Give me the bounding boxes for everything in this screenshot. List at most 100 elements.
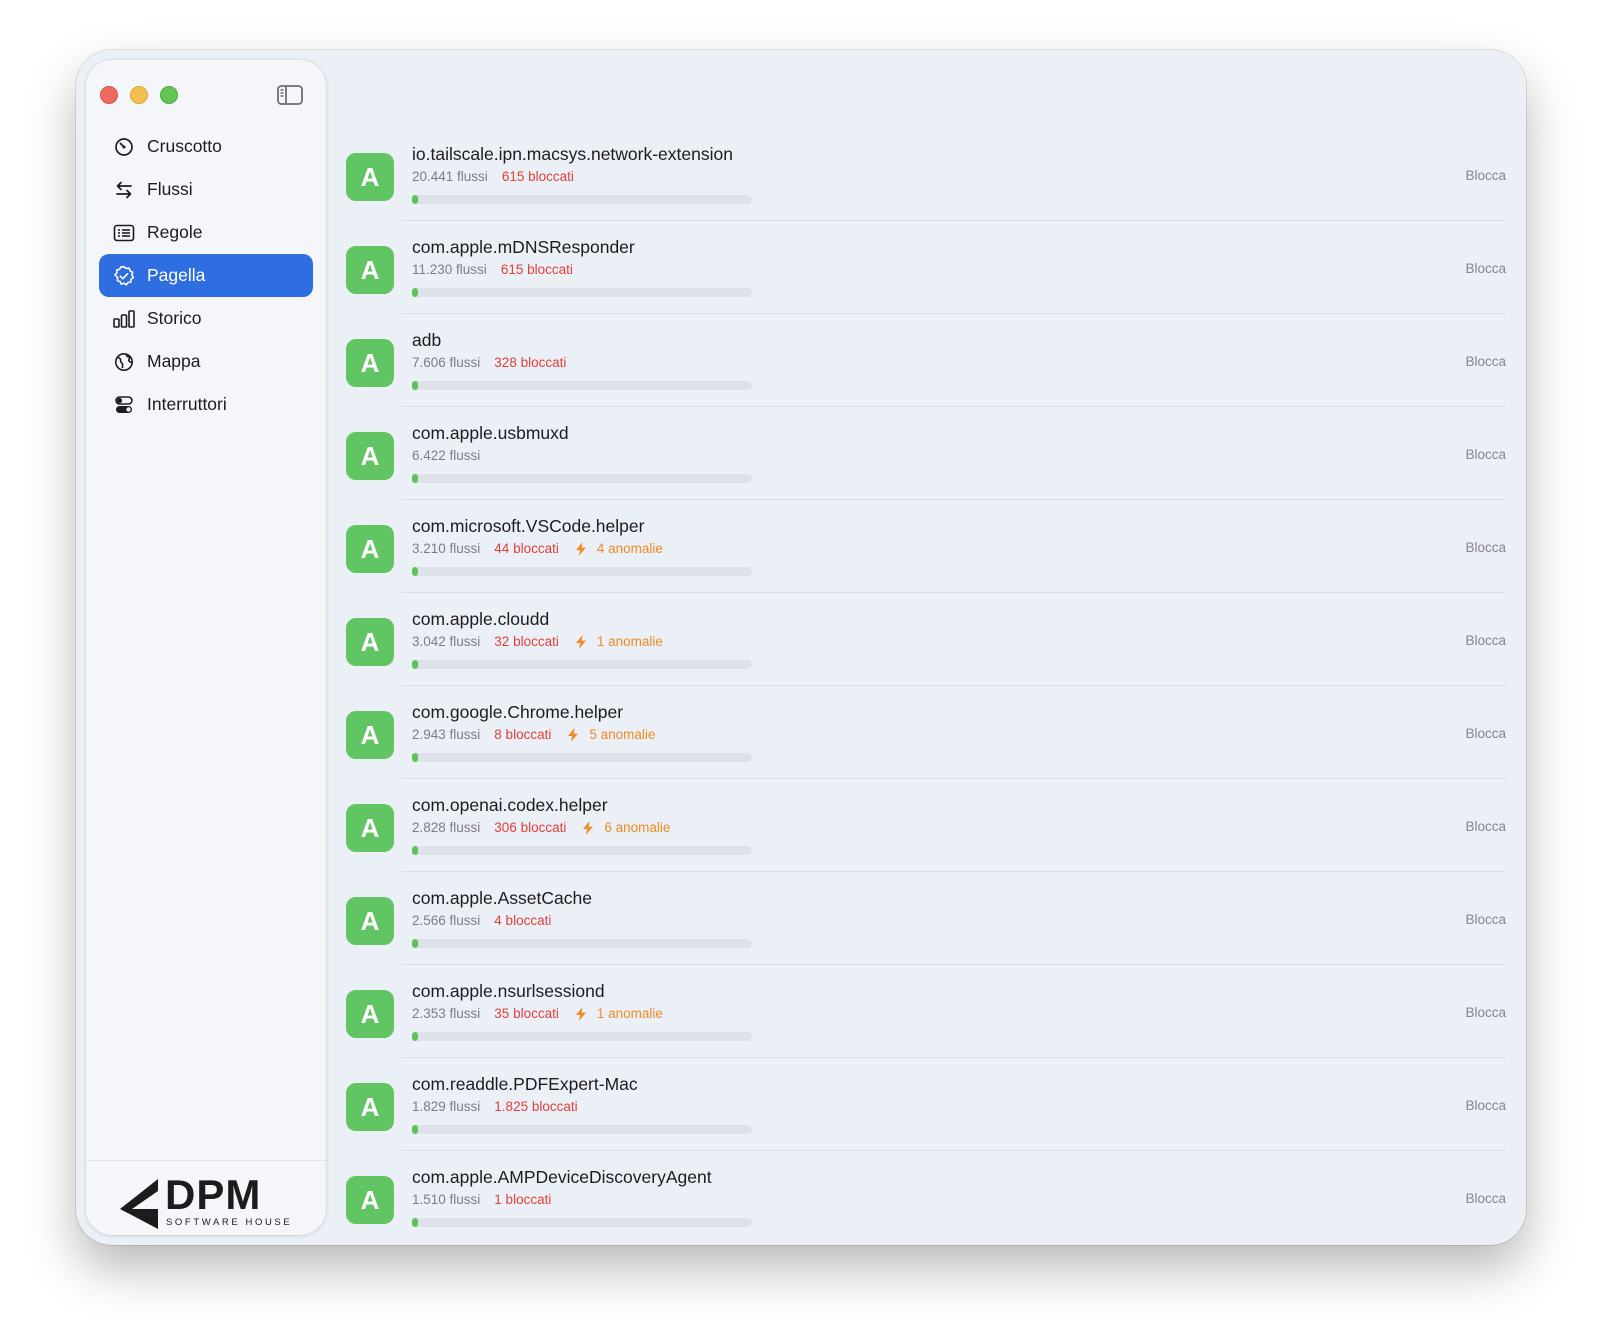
sidebar-toggle-button[interactable] [276,81,304,109]
blocked-count: 328 bloccati [494,355,567,370]
bolt-icon [582,820,594,835]
blocked-count: 44 bloccati [494,541,559,556]
block-button[interactable]: Blocca [1465,261,1506,276]
anomalies-count: 5 anomalie [589,727,656,742]
anomalies-count: 6 anomalie [604,820,671,835]
grade-badge: A [346,711,394,759]
anomalies-count: 4 anomalie [596,541,663,556]
list-item[interactable]: Acom.apple.usbmuxd 6.422 flussi Blocca [326,407,1526,500]
flows-count: 2.353 flussi [412,1006,481,1021]
blocked-count: 4 bloccati [494,913,552,928]
app-stats: 1.510 flussi 1 bloccati [412,1192,551,1207]
bolt-icon [575,1006,587,1021]
list-item[interactable]: Acom.apple.cloudd 3.042 flussi 32 bloccati… [326,593,1526,686]
list-item[interactable]: Acom.apple.AssetCache 2.566 flussi 4 blocc… [326,872,1526,965]
block-button[interactable]: Blocca [1465,819,1506,834]
app-stats: 6.422 flussi [412,448,480,463]
app-name: com.apple.mDNSResponder [412,237,635,257]
sidebar: Cruscotto Flussi Regole Pagella Storico … [86,60,326,1235]
progress-fill [412,288,419,297]
list-item[interactable]: Aio.tailscale.ipn.macsys.network-extensi… [326,128,1526,221]
app-name: com.google.Chrome.helper [412,702,624,722]
sidebar-item-storico[interactable]: Storico [99,297,313,340]
list-item[interactable]: Acom.google.Chrome.helper 2.943 flussi 8 b… [326,686,1526,779]
progress-fill [412,567,419,576]
sidebar-item-pagella[interactable]: Pagella [99,254,313,297]
sidebar-item-flussi[interactable]: Flussi [99,168,313,211]
progress-fill [412,195,419,204]
block-button[interactable]: Blocca [1465,1191,1506,1206]
blocked-count: 615 bloccati [500,262,573,277]
globe-icon [113,351,135,373]
flows-count: 2.943 flussi [412,727,481,742]
arrows-swap-icon [113,179,135,201]
sidebar-divider [86,1160,326,1161]
block-button[interactable]: Blocca [1465,633,1506,648]
grade-badge: A [346,246,394,294]
sidebar-nav: Cruscotto Flussi Regole Pagella Storico … [99,125,313,426]
block-button[interactable]: Blocca [1465,447,1506,462]
bolt-icon [575,634,587,649]
app-stats: 2.828 flussi 306 bloccati 6 anomalie [412,820,670,835]
progress-fill [412,1218,419,1227]
grade-badge: A [346,153,394,201]
block-button[interactable]: Blocca [1465,540,1506,555]
block-button[interactable]: Blocca [1465,168,1506,183]
block-button[interactable]: Blocca [1465,726,1506,741]
flows-count: 2.566 flussi [412,913,481,928]
flows-count: 7.606 flussi [412,355,481,370]
flow-progress-bar [412,1125,752,1134]
company-logo: DPM SOFTWARE HOUSE [118,1171,298,1233]
main-content: Aio.tailscale.ipn.macsys.network-extensi… [326,50,1526,1245]
list-item[interactable]: Acom.openai.codex.helper 2.828 flussi 306 … [326,779,1526,872]
dpm-logo-mark-icon [120,1179,158,1229]
app-name: io.tailscale.ipn.macsys.network-extensio… [412,144,733,164]
flows-count: 6.422 flussi [412,448,481,463]
block-button[interactable]: Blocca [1465,354,1506,369]
toggles-icon [113,394,135,416]
bolt-icon [567,727,579,742]
list-item[interactable]: Acom.apple.AMPDeviceDiscoveryAgent 1.510 … [326,1151,1526,1244]
flow-progress-bar [412,567,752,576]
sidebar-item-mappa[interactable]: Mappa [99,340,313,383]
app-name: com.apple.AssetCache [412,888,592,908]
gauge-icon [113,136,135,158]
block-button[interactable]: Blocca [1465,1098,1506,1113]
flow-progress-bar [412,753,752,762]
list-item[interactable]: Acom.readdle.PDFExpert-Mac 1.829 flussi 1.… [326,1058,1526,1151]
grade-badge: A [346,339,394,387]
flow-progress-bar [412,939,752,948]
sidebar-item-cruscotto[interactable]: Cruscotto [99,125,313,168]
list-item[interactable]: Acom.microsoft.VSCode.helper 3.210 flussi… [326,500,1526,593]
seal-check-icon [113,265,135,287]
flow-progress-bar [412,381,752,390]
anomalies-count: 1 anomalie [596,1006,663,1021]
flows-count: 20.441 flussi [412,169,488,184]
app-stats: 3.042 flussi 32 bloccati 1 anomalie [412,634,663,649]
grade-badge: A [346,525,394,573]
block-button[interactable]: Blocca [1465,912,1506,927]
sidebar-item-label: Pagella [147,265,206,285]
minimize-window-button[interactable] [130,86,148,104]
sidebar-item-label: Storico [147,308,202,328]
list-item[interactable]: Acom.apple.mDNSResponder 11.230 flussi 615… [326,221,1526,314]
anomalies-count: 1 anomalie [596,634,663,649]
maximize-window-button[interactable] [160,86,178,104]
flows-count: 1.510 flussi [412,1192,481,1207]
flows-count: 3.042 flussi [412,634,481,649]
sidebar-item-regole[interactable]: Regole [99,211,313,254]
list-item[interactable]: Aadb 7.606 flussi 328 bloccati Blocca [326,314,1526,407]
block-button[interactable]: Blocca [1465,1005,1506,1020]
app-window: Cruscotto Flussi Regole Pagella Storico … [76,50,1526,1245]
list-item[interactable]: Acom.apple.nsurlsessiond 2.353 flussi 35 b… [326,965,1526,1058]
close-window-button[interactable] [100,86,118,104]
app-stats: 11.230 flussi 615 bloccati [412,262,573,277]
progress-fill [412,660,419,669]
app-stats: 2.353 flussi 35 bloccati 1 anomalie [412,1006,663,1021]
app-name: com.readdle.PDFExpert-Mac [412,1074,638,1094]
grade-badge: A [346,432,394,480]
sidebar-item-interruttori[interactable]: Interruttori [99,383,313,426]
app-stats: 20.441 flussi 615 bloccati [412,169,574,184]
app-stats: 1.829 flussi 1.825 bloccati [412,1099,578,1114]
logo-wordmark: DPM [165,1171,262,1218]
